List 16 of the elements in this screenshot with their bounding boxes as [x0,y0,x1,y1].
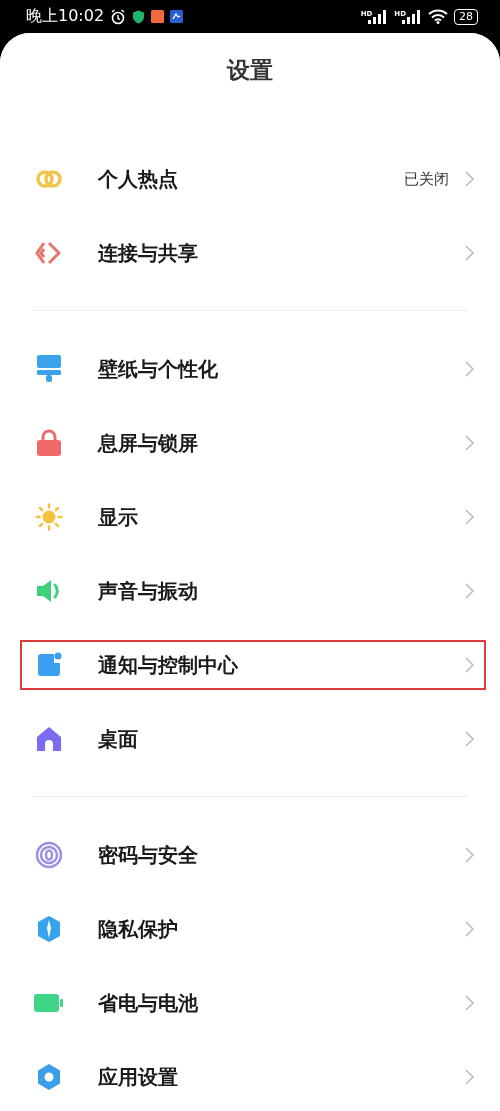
page-title: 设置 [227,55,273,85]
settings-item[interactable]: 桌面 [20,702,486,776]
settings-item[interactable]: 密码与安全 [20,818,486,892]
status-value: 已关闭 [404,169,449,189]
settings-item[interactable]: 个人热点 已关闭 [20,142,486,216]
status-time: 晚上10:02 [26,6,105,27]
settings-item[interactable]: 应用设置 [20,1040,486,1111]
settings-item[interactable]: 显示 [20,480,486,554]
settings-item[interactable]: 隐私保护 [20,892,486,966]
settings-item[interactable]: 连接与共享 [20,216,486,290]
settings-item[interactable]: 省电与电池 [20,966,486,1040]
settings-item[interactable]: 通知与控制中心 [20,640,486,690]
settings-item[interactable]: 壁纸与个性化 [20,332,486,406]
settings-item[interactable]: 声音与振动 [20,554,486,628]
battery-indicator: 28 [454,8,478,25]
settings-item[interactable]: 息屏与锁屏 [20,406,486,480]
